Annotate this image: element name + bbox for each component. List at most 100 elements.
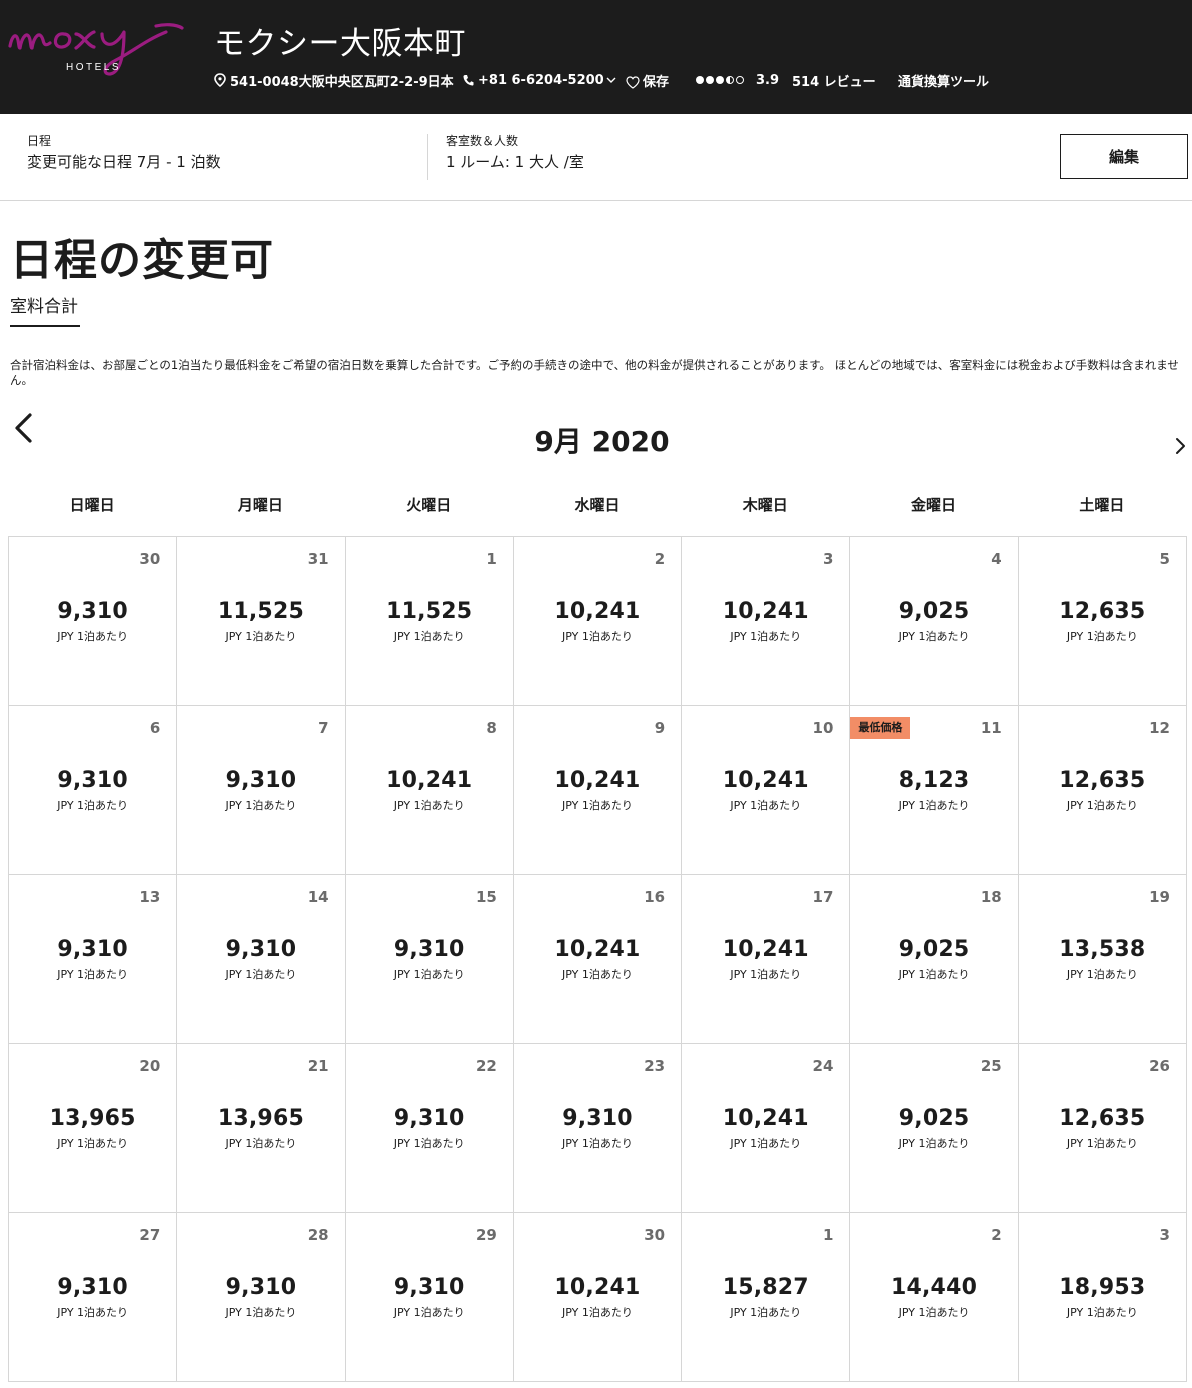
page-title: 日程の変更可 xyxy=(10,236,274,286)
edit-button[interactable]: 編集 xyxy=(1060,134,1188,179)
dates-summary: 日程 変更可能な日程 7月 - 1 泊数 xyxy=(27,133,221,172)
day-number: 2 xyxy=(991,1226,1002,1244)
rating-dot-full xyxy=(706,76,714,84)
calendar-day-cell[interactable]: 3 18,953 JPY 1泊あたり xyxy=(1018,1213,1187,1382)
logo-subtext: HOTELS xyxy=(66,62,122,73)
day-number: 14 xyxy=(307,888,329,906)
calendar-day-cell[interactable]: 26 12,635 JPY 1泊あたり xyxy=(1018,1044,1187,1213)
currency-tool-link[interactable]: 通貨換算ツール xyxy=(898,70,989,90)
day-number: 13 xyxy=(139,888,161,906)
calendar-day-cell[interactable]: 13 9,310 JPY 1泊あたり xyxy=(9,875,178,1044)
nightly-price: 10,241 xyxy=(386,768,473,793)
calendar-day-cell[interactable]: 25 9,025 JPY 1泊あたり xyxy=(850,1044,1019,1213)
day-number: 24 xyxy=(812,1057,834,1075)
day-number: 6 xyxy=(149,719,161,737)
nightly-price: 9,025 xyxy=(898,1106,970,1131)
price-unit: JPY 1泊あたり xyxy=(393,968,465,981)
hotel-header: HOTELS モクシー大阪本町 541-0048大阪中央区瓦町2-2-9日本 +… xyxy=(0,0,1192,114)
day-number: 30 xyxy=(139,550,161,568)
nightly-price: 9,310 xyxy=(57,599,128,624)
calendar-day-cell[interactable]: 15 9,310 JPY 1泊あたり xyxy=(345,875,514,1044)
price-unit: JPY 1泊あたり xyxy=(562,1306,633,1319)
price-unit: JPY 1泊あたり xyxy=(57,1306,129,1319)
calendar-day-cell[interactable]: 14 9,310 JPY 1泊あたり xyxy=(177,875,346,1044)
price-unit: JPY 1泊あたり xyxy=(898,1137,970,1150)
rating-dot-half xyxy=(726,76,734,84)
day-number: 1 xyxy=(486,550,497,568)
calendar-day-cell[interactable]: 23 9,310 JPY 1泊あたり xyxy=(513,1044,683,1213)
day-number: 3 xyxy=(1159,1226,1170,1244)
nightly-price: 10,241 xyxy=(554,937,641,962)
day-number: 12 xyxy=(1149,719,1170,737)
day-number: 9 xyxy=(654,719,666,737)
calendar-day-cell[interactable]: 28 9,310 JPY 1泊あたり xyxy=(177,1213,346,1382)
guests-summary: 客室数＆人数 1 ルーム: 1 大人 /室 xyxy=(446,133,584,172)
nightly-price: 9,310 xyxy=(225,937,297,962)
save-button[interactable]: 保存 xyxy=(626,70,669,90)
address-text: 541-0048大阪中央区瓦町2-2-9日本 xyxy=(230,74,454,90)
tab-total-rate[interactable]: 室料合計 xyxy=(10,292,80,327)
calendar-day-cell[interactable]: 30 10,241 JPY 1泊あたり xyxy=(513,1213,683,1382)
calendar-day-cell[interactable]: 2 10,241 JPY 1泊あたり xyxy=(513,537,683,706)
nightly-price: 9,025 xyxy=(898,599,970,624)
calendar-day-cell[interactable]: 22 9,310 JPY 1泊あたり xyxy=(345,1044,514,1213)
calendar-day-cell[interactable]: 9 10,241 JPY 1泊あたり xyxy=(513,706,683,875)
calendar-day-cell[interactable]: 17 10,241 JPY 1泊あたり xyxy=(682,875,851,1044)
day-number: 26 xyxy=(1149,1057,1170,1075)
nightly-price: 10,241 xyxy=(722,937,809,962)
calendar-day-cell[interactable]: 16 10,241 JPY 1泊あたり xyxy=(513,875,683,1044)
price-unit: JPY 1泊あたり xyxy=(1066,1306,1138,1319)
calendar-day-cell[interactable]: 7 9,310 JPY 1泊あたり xyxy=(177,706,346,875)
rating-value: 3.9 xyxy=(756,72,780,88)
nightly-price: 11,525 xyxy=(386,599,473,624)
calendar-day-cell[interactable]: 5 12,635 JPY 1泊あたり xyxy=(1018,537,1187,706)
calendar-day-cell[interactable]: 3 10,241 JPY 1泊あたり xyxy=(682,537,851,706)
calendar-day-cell[interactable]: 27 9,310 JPY 1泊あたり xyxy=(9,1213,178,1382)
moxy-logo-mark xyxy=(8,23,184,76)
calendar-day-cell[interactable]: 1 11,525 JPY 1泊あたり xyxy=(345,537,514,706)
calendar-day-cell[interactable]: 6 9,310 JPY 1泊あたり xyxy=(9,706,178,875)
calendar-day-cell[interactable]: 10 10,241 JPY 1泊あたり xyxy=(682,706,851,875)
calendar-day-cell[interactable]: 29 9,310 JPY 1泊あたり xyxy=(345,1213,514,1382)
calendar-day-cell[interactable]: 18 9,025 JPY 1泊あたり xyxy=(850,875,1019,1044)
calendar-day-cell[interactable]: 20 13,965 JPY 1泊あたり xyxy=(9,1044,178,1213)
day-number: 22 xyxy=(475,1057,497,1075)
price-unit: JPY 1泊あたり xyxy=(225,630,297,643)
nightly-price: 9,310 xyxy=(57,937,128,962)
day-number: 17 xyxy=(812,888,834,906)
nightly-price: 9,310 xyxy=(225,1275,297,1300)
calendar-day-cell[interactable]: 30 9,310 JPY 1泊あたり xyxy=(9,537,178,706)
price-unit: JPY 1泊あたり xyxy=(225,799,297,812)
weekday-label: 火曜日 xyxy=(406,496,452,514)
nightly-price: 9,310 xyxy=(393,1106,465,1131)
calendar-day-cell[interactable]: 24 10,241 JPY 1泊あたり xyxy=(682,1044,851,1213)
location-pin-icon xyxy=(214,73,226,87)
address-link[interactable]: 541-0048大阪中央区瓦町2-2-9日本 xyxy=(214,70,454,90)
calendar-day-cell[interactable]: 21 13,965 JPY 1泊あたり xyxy=(177,1044,346,1213)
calendar-day-cell[interactable]: 12 12,635 JPY 1泊あたり xyxy=(1018,706,1187,875)
calendar-day-cell[interactable]: 31 11,525 JPY 1泊あたり xyxy=(177,537,346,706)
calendar-day-cell[interactable]: 1 15,827 JPY 1泊あたり xyxy=(682,1213,851,1382)
rating-dot-empty xyxy=(736,76,744,84)
calendar-day-cell[interactable]: 2 14,440 JPY 1泊あたり xyxy=(850,1213,1019,1382)
next-month-button[interactable] xyxy=(1174,436,1188,456)
nightly-price: 10,241 xyxy=(554,599,641,624)
price-unit: JPY 1泊あたり xyxy=(57,630,129,643)
rating[interactable]: 3.9 xyxy=(696,70,779,90)
reviews-link[interactable]: 514 レビュー xyxy=(792,70,876,90)
price-unit: JPY 1泊あたり xyxy=(898,1306,970,1319)
price-unit: JPY 1泊あたり xyxy=(225,1306,297,1319)
day-number: 11 xyxy=(980,719,1002,737)
calendar-day-cell[interactable]: 19 13,538 JPY 1泊あたり xyxy=(1018,875,1187,1044)
price-unit: JPY 1泊あたり xyxy=(57,968,129,981)
currency-tool-text: 通貨換算ツール xyxy=(898,74,990,90)
dates-label: 日程 xyxy=(27,134,52,148)
hotel-name: モクシー大阪本町 xyxy=(214,26,466,62)
moxy-logo[interactable]: HOTELS xyxy=(6,10,188,90)
calendar-day-cell[interactable]: 4 9,025 JPY 1泊あたり xyxy=(850,537,1019,706)
calendar-day-cell[interactable]: 最低価格 11 8,123 JPY 1泊あたり xyxy=(850,706,1019,875)
phone-link[interactable]: +81 6-6204-5200 xyxy=(462,70,616,90)
calendar-week-row: 27 9,310 JPY 1泊あたり 28 9,310 JPY 1泊あたり 29 9,310 J… xyxy=(9,1213,1187,1382)
search-summary: 日程 変更可能な日程 7月 - 1 泊数 客室数＆人数 1 ルーム: 1 大人 … xyxy=(0,114,1192,201)
calendar-day-cell[interactable]: 8 10,241 JPY 1泊あたり xyxy=(345,706,514,875)
